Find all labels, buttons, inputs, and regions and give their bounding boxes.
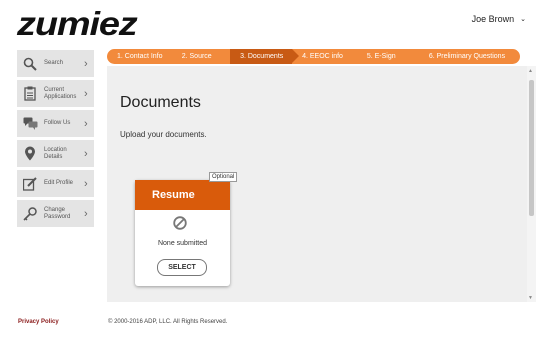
step-label: 2. Source [181, 53, 212, 60]
step-contact-info[interactable]: 1. Contact Info [107, 49, 172, 64]
page-subtitle: Upload your documents. [120, 130, 207, 139]
map-pin-icon [22, 146, 38, 162]
sidebar-item-label: Follow Us [44, 120, 71, 126]
sidebar-item-current-applications[interactable]: Current Applications › [17, 80, 94, 107]
step-eeoc-info[interactable]: 4. EEOC info [292, 49, 357, 64]
chevron-right-icon: › [84, 207, 88, 220]
step-e-sign[interactable]: 5. E-Sign [357, 49, 419, 64]
key-icon [22, 206, 38, 222]
chevron-right-icon: › [84, 57, 88, 70]
step-label: 4. EEOC info [302, 53, 343, 60]
search-icon [22, 56, 38, 72]
sidebar-item-change-password[interactable]: Change Password › [17, 200, 94, 227]
scroll-up-icon[interactable]: ▲ [528, 68, 533, 74]
status-text: None submitted [157, 240, 208, 247]
progress-steps: 1. Contact Info 2. Source 3. Documents 4… [107, 49, 520, 64]
sidebar-item-label: Change Password [44, 206, 71, 220]
copyright-text: © 2000-2016 ADP, LLC. All Rights Reserve… [108, 319, 228, 325]
sidebar-item-label: Location Details [44, 146, 67, 160]
sidebar-item-label: Search [44, 60, 64, 66]
sidebar-item-edit-profile[interactable]: Edit Profile › [17, 170, 94, 197]
step-source[interactable]: 2. Source [172, 49, 230, 64]
chevron-right-icon: › [84, 147, 88, 160]
chevron-down-icon: ⌄ [520, 16, 526, 23]
step-label: 6. Preliminary Questions [428, 53, 506, 60]
resume-card: Resume Optional None submitted SELECT [135, 172, 238, 286]
scrollbar-thumb[interactable] [529, 80, 534, 216]
user-menu[interactable]: Joe Brown ⌄ [472, 14, 526, 24]
sidebar: Search › Current Applications › Follow U… [17, 50, 94, 230]
step-preliminary-questions[interactable]: 6. Preliminary Questions [419, 49, 520, 64]
user-name: Joe Brown [471, 14, 515, 24]
step-label: 5. E-Sign [366, 53, 396, 60]
chevron-right-icon: › [84, 87, 88, 100]
chat-bubbles-icon [22, 116, 38, 132]
step-documents[interactable]: 3. Documents [230, 49, 300, 64]
edit-icon [22, 176, 38, 192]
sidebar-item-location-details[interactable]: Location Details › [17, 140, 94, 167]
chevron-right-icon: › [84, 177, 88, 190]
optional-badge: Optional [209, 172, 238, 182]
step-label: 3. Documents [240, 53, 284, 60]
main-content: Documents Upload your documents. Resume … [107, 66, 527, 302]
sidebar-item-search[interactable]: Search › [17, 50, 94, 77]
page-title: Documents [120, 94, 201, 111]
chevron-right-icon: › [84, 117, 88, 130]
sidebar-item-follow-us[interactable]: Follow Us › [17, 110, 94, 137]
sidebar-item-label: Current Applications [44, 86, 77, 100]
card-title: Resume [135, 180, 230, 210]
clipboard-icon [22, 86, 38, 102]
step-label: 1. Contact Info [117, 53, 163, 60]
sidebar-item-label: Edit Profile [44, 180, 74, 186]
privacy-policy-link[interactable]: Privacy Policy [18, 319, 59, 325]
prohibited-icon [173, 216, 187, 230]
scrollbar[interactable]: ▲ ▼ [527, 66, 536, 302]
zumiez-logo: zumiez [17, 5, 138, 42]
scroll-down-icon[interactable]: ▼ [528, 295, 533, 301]
select-button[interactable]: SELECT [157, 259, 207, 276]
